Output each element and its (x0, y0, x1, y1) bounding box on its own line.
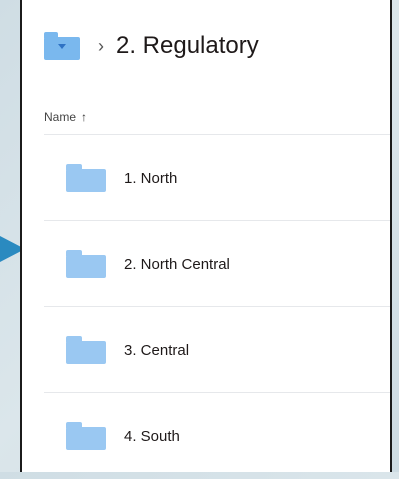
folder-icon (66, 336, 106, 364)
folder-name[interactable]: 4. South (124, 428, 180, 445)
folder-name[interactable]: 2. North Central (124, 256, 230, 273)
folder-name[interactable]: 1. North (124, 170, 177, 187)
folder-row-central[interactable]: 3. Central (44, 306, 390, 393)
folder-dropdown-icon[interactable] (44, 32, 80, 60)
breadcrumb: › 2. Regulatory (44, 30, 259, 62)
sort-ascending-icon[interactable]: ↑ (81, 110, 87, 124)
folder-row-south[interactable]: 4. South (44, 392, 390, 479)
breadcrumb-separator-icon: › (98, 35, 104, 56)
folder-icon (66, 250, 106, 278)
folder-row-north[interactable]: 1. North (44, 134, 390, 221)
page-title: 2. Regulatory (116, 32, 259, 59)
file-browser-panel: › 2. Regulatory Name ↑ 1. North 2. North… (20, 0, 392, 472)
name-column-header[interactable]: Name ↑ (44, 110, 87, 124)
folder-row-north-central[interactable]: 2. North Central (44, 220, 390, 307)
folder-icon (66, 422, 106, 450)
folder-name[interactable]: 3. Central (124, 342, 189, 359)
name-column-label: Name (44, 110, 77, 124)
folder-icon (66, 164, 106, 192)
